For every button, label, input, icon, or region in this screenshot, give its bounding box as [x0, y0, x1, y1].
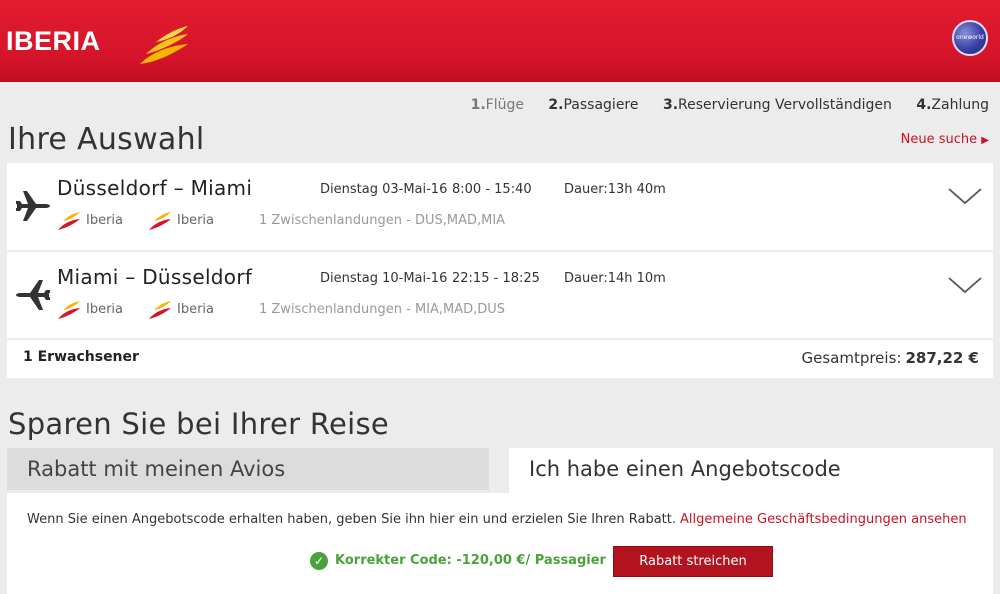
- step-complete-reservation: 3.Reservierung Vervollständigen: [662, 97, 892, 113]
- price-summary: 1 Erwachsener Gesamtpreis: 287,22 €: [7, 340, 993, 378]
- flight-date: Dienstag 03-Mai-16: [320, 182, 448, 197]
- oneworld-badge[interactable]: oneworld: [952, 20, 988, 56]
- header-bar: IBERIA oneworld: [0, 0, 1000, 82]
- flight-times: 22:15 - 18:25: [452, 271, 540, 286]
- promo-code-panel: Wenn Sie einen Angebotscode erhalten hab…: [7, 493, 993, 594]
- iberia-logo-text[interactable]: IBERIA: [6, 26, 101, 57]
- progress-steps: 1.Flüge 2.Passagiere 3.Reservierung Verv…: [451, 97, 989, 113]
- chevron-down-icon[interactable]: [947, 274, 983, 296]
- terms-link[interactable]: Allgemeine Geschäftsbedingungen ansehen: [680, 512, 967, 527]
- flight-card-return[interactable]: Miami – Düsseldorf Dienstag 10-Mai-16 22…: [7, 252, 993, 338]
- iberia-small-logo-icon: [58, 212, 80, 230]
- flight-duration: Dauer:14h 10m: [564, 271, 666, 286]
- route-title: Miami – Düsseldorf: [57, 265, 253, 289]
- tab-avios-discount[interactable]: Rabatt mit meinen Avios: [7, 448, 489, 490]
- savings-title: Sparen Sie bei Ihrer Reise: [8, 407, 390, 441]
- iberia-small-logo-icon: [58, 301, 80, 319]
- promo-status-message: Korrekter Code: -120,00 €/ Passagier: [335, 553, 606, 568]
- promo-info-text: Wenn Sie einen Angebotscode erhalten hab…: [27, 512, 967, 527]
- flight-stops: 1 Zwischenlandungen - DUS,MAD,MIA: [259, 213, 506, 228]
- flight-duration: Dauer:13h 40m: [564, 182, 666, 197]
- flight-date: Dienstag 10-Mai-16: [320, 271, 448, 286]
- step-flights: 1.Flüge: [470, 97, 524, 113]
- tab-promo-code[interactable]: Ich habe einen Angebotscode: [509, 448, 993, 494]
- flight-card-outbound[interactable]: Düsseldorf – Miami Dienstag 03-Mai-16 8:…: [7, 163, 993, 250]
- remove-discount-button[interactable]: Rabatt streichen: [613, 546, 773, 577]
- plane-arrival-icon: [16, 280, 50, 310]
- selection-title: Ihre Auswahl: [8, 122, 205, 157]
- chevron-down-icon[interactable]: [947, 185, 983, 207]
- flight-times: 8:00 - 15:40: [452, 182, 532, 197]
- total-price: Gesamtpreis: 287,22 €: [801, 349, 979, 367]
- step-payment: 4.Zahlung: [916, 97, 989, 113]
- route-title: Düsseldorf – Miami: [57, 176, 253, 200]
- passenger-count: 1 Erwachsener: [23, 349, 139, 365]
- flight-stops: 1 Zwischenlandungen - MIA,MAD,DUS: [259, 302, 506, 317]
- iberia-small-logo-icon: [149, 212, 171, 230]
- step-passengers: 2.Passagiere: [548, 97, 639, 113]
- new-search-link[interactable]: Neue suche ▶: [901, 132, 989, 147]
- plane-departure-icon: [16, 191, 50, 221]
- iberia-wing-logo-icon: [140, 26, 188, 64]
- iberia-small-logo-icon: [149, 301, 171, 319]
- check-circle-icon: ✓: [310, 552, 328, 570]
- arrow-right-icon: ▶: [981, 135, 989, 146]
